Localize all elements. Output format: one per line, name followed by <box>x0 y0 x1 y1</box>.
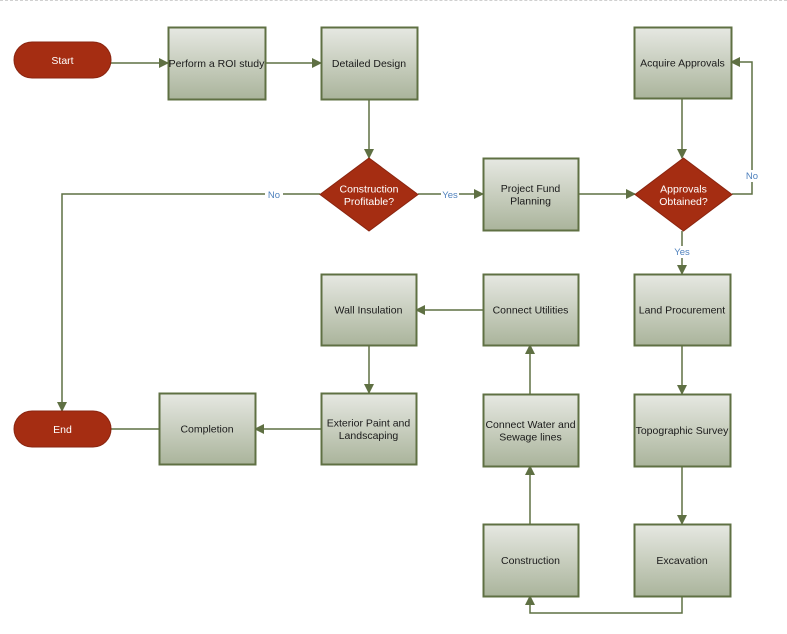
node-completion[interactable]: Completion <box>158 392 257 466</box>
node-insulation[interactable]: Wall Insulation <box>320 273 418 347</box>
node-label: Construction <box>501 555 560 567</box>
node-start[interactable]: Start <box>13 41 112 79</box>
node-land[interactable]: Land Procurement <box>633 273 732 347</box>
edge-label-no: No <box>268 190 280 201</box>
node-roi[interactable]: Perform a ROI study <box>167 26 267 101</box>
node-construction[interactable]: Construction <box>482 523 580 598</box>
node-label: Topographic Survey <box>636 425 730 437</box>
node-fund[interactable]: Project FundPlanning <box>482 157 580 232</box>
node-label: Completion <box>180 424 233 436</box>
node-label: Approvals <box>660 183 707 195</box>
node-label: Connect Utilities <box>493 305 569 317</box>
node-label: Perform a ROI study <box>169 58 265 70</box>
node-label: Exterior Paint and <box>327 417 411 429</box>
node-paint[interactable]: Exterior Paint andLandscaping <box>320 392 418 466</box>
node-label: Planning <box>510 195 551 207</box>
node-label: End <box>53 424 72 436</box>
node-label: Project Fund <box>501 183 561 195</box>
node-profitable[interactable]: ConstructionProfitable? <box>319 157 419 232</box>
edge-label-yes: Yes <box>442 190 458 201</box>
connector-line <box>525 595 683 614</box>
node-label: Wall Insulation <box>335 305 403 317</box>
node-design[interactable]: Detailed Design <box>320 26 419 101</box>
node-end[interactable]: End <box>13 410 112 448</box>
node-label: Obtained? <box>659 196 708 208</box>
node-label: Acquire Approvals <box>640 58 725 70</box>
node-label: Excavation <box>656 555 708 567</box>
node-label: Land Procurement <box>639 305 725 317</box>
node-label: Start <box>51 55 73 67</box>
edge-label-yes: Yes <box>674 247 690 258</box>
node-label: Detailed Design <box>332 58 406 70</box>
node-label: Construction <box>340 183 399 195</box>
edge-profitable-to-end <box>57 193 320 412</box>
node-label: Profitable? <box>344 196 394 208</box>
node-approvals-obtained[interactable]: ApprovalsObtained? <box>634 157 733 232</box>
node-water[interactable]: Connect Water andSewage lines <box>482 393 580 468</box>
node-excavation[interactable]: Excavation <box>633 523 732 598</box>
flowchart-canvas: Start Perform a ROI study Detailed Design C… <box>0 0 787 634</box>
edge-excavation-to-construction <box>525 595 683 614</box>
node-acquire[interactable]: Acquire Approvals <box>633 26 733 100</box>
nodes: Start Perform a ROI study Detailed Design C… <box>13 26 733 598</box>
node-label: Landscaping <box>339 430 399 442</box>
node-label: Sewage lines <box>499 431 561 443</box>
node-label: Connect Water and <box>485 419 575 431</box>
node-utilities[interactable]: Connect Utilities <box>482 273 580 347</box>
flowchart: Start Perform a ROI study Detailed Design C… <box>13 26 761 614</box>
connector-line <box>57 193 320 412</box>
node-survey[interactable]: Topographic Survey <box>633 393 732 468</box>
edge-label-no: No <box>746 171 758 182</box>
